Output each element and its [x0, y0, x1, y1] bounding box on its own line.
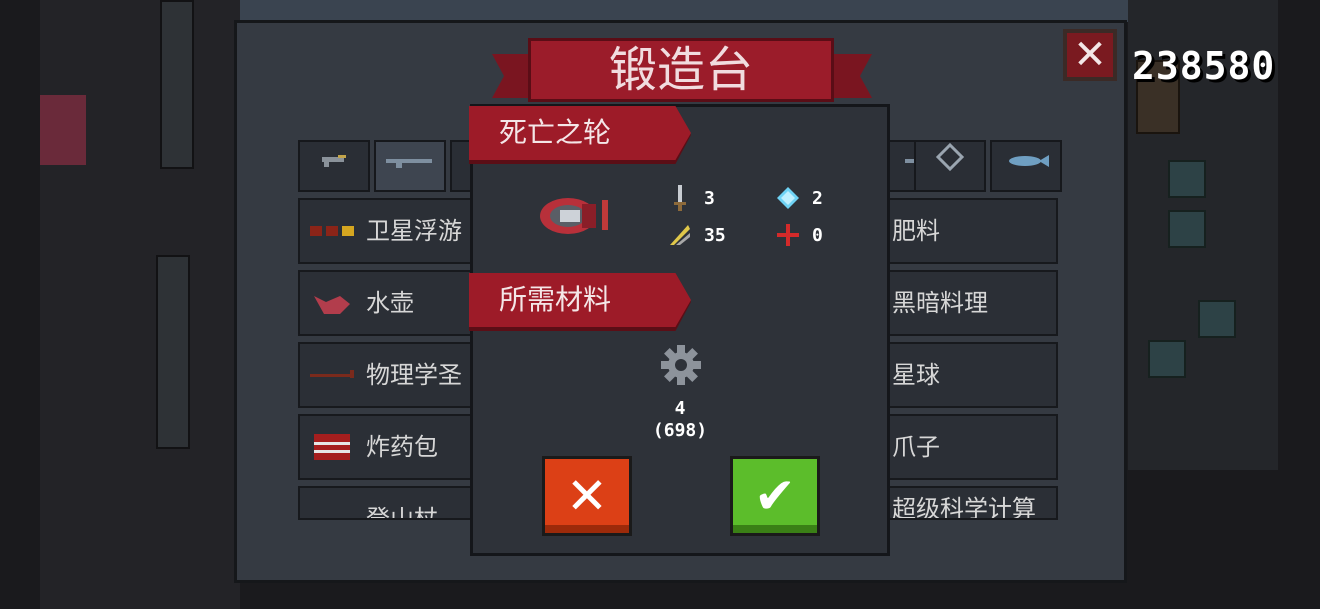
crate: [1168, 160, 1206, 198]
crate: [1148, 340, 1186, 378]
list-item[interactable]: 爪子: [878, 414, 1058, 480]
checkmark-icon: ✔: [754, 467, 796, 525]
crosshair-tab-icon: [935, 142, 965, 172]
crowbar-item-icon: [310, 370, 354, 378]
satellite-item-icon: [310, 226, 354, 236]
close-icon: ✕: [1073, 32, 1107, 78]
list-item-label: 物理学圣: [366, 361, 462, 389]
tab-rifle[interactable]: [374, 140, 446, 192]
list-item[interactable]: 炸药包: [298, 414, 473, 480]
wall-pillar: [156, 255, 190, 449]
precision-crosshair-icon: [776, 223, 800, 247]
crate: [1168, 210, 1206, 248]
material-required-count: 4: [674, 398, 686, 419]
material-owned-count: (698): [652, 420, 708, 441]
pistol-tab-icon: [322, 155, 346, 167]
character-sprite: [40, 95, 86, 165]
list-item[interactable]: 肥料: [878, 198, 1058, 264]
crit-claw-icon: [668, 223, 692, 247]
list-item[interactable]: 水壶: [298, 270, 473, 336]
stat-precision: 0: [776, 221, 823, 249]
wall-pillar: [160, 0, 194, 169]
stat-energy: 2: [776, 184, 823, 212]
cancel-button[interactable]: ✕: [542, 456, 632, 536]
death-wheel-weapon-icon: [540, 198, 608, 234]
list-item-label: 超级科学计算: [892, 495, 1036, 520]
crate: [1198, 300, 1236, 338]
tab-pistol[interactable]: [298, 140, 370, 192]
list-item[interactable]: 卫星浮游: [298, 198, 473, 264]
background-left-wall: [40, 0, 240, 609]
tab-fish[interactable]: [990, 140, 1062, 192]
list-item[interactable]: 物理学圣: [298, 342, 473, 408]
list-item-label: 黑暗料理: [892, 289, 988, 317]
list-item-label: 星球: [892, 361, 940, 389]
rifle-tab-icon: [386, 159, 432, 168]
sword-icon: [668, 185, 692, 211]
list-item[interactable]: 星球: [878, 342, 1058, 408]
weapon-name: 死亡之轮: [469, 106, 691, 160]
dynamite-item-icon: [314, 434, 350, 460]
stat-attack: 3: [668, 184, 715, 212]
list-item[interactable]: 超级科学计算: [878, 486, 1058, 520]
background-top-wall: [240, 0, 1130, 22]
gear-icon: [661, 345, 701, 385]
tab-crosshair[interactable]: [914, 140, 986, 192]
fish-tab-icon: [1009, 155, 1049, 167]
list-item-label: 肥料: [892, 217, 940, 245]
list-item-label: 登山杖: [366, 505, 438, 520]
list-item-label: 爪子: [892, 433, 940, 461]
coin-score: 238580: [1132, 44, 1276, 88]
stat-crit: 35: [668, 221, 726, 249]
materials-title: 所需材料: [469, 273, 691, 327]
list-item-label: 炸药包: [366, 433, 438, 461]
list-item-label: 水壶: [366, 289, 414, 317]
energy-crystal-icon: [776, 186, 800, 210]
list-item[interactable]: 黑暗料理: [878, 270, 1058, 336]
list-item[interactable]: 登山杖: [298, 486, 473, 520]
cancel-icon: ✕: [566, 467, 608, 525]
kettle-item-icon: [314, 296, 350, 314]
list-item-label: 卫星浮游: [366, 217, 462, 245]
confirm-button[interactable]: ✔: [730, 456, 820, 536]
forge-title: 锻造台: [528, 38, 834, 102]
close-button[interactable]: ✕: [1063, 29, 1117, 81]
